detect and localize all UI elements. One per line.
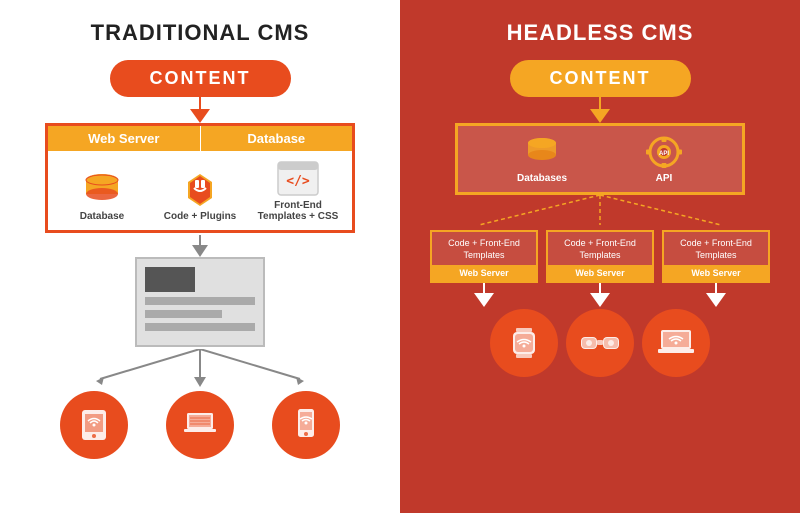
phone-device — [272, 391, 340, 459]
three-arrows — [425, 283, 775, 307]
dashed-lines-svg — [425, 195, 775, 230]
three-servers-row: Code + Front-End Templates Web Server Co… — [425, 230, 775, 283]
svg-text:</>: </> — [286, 174, 310, 189]
traditional-devices-row — [60, 391, 340, 459]
arrow-h1 — [590, 109, 610, 123]
mockup-line-3 — [145, 323, 255, 331]
watch-device — [490, 309, 558, 377]
laptop-icon — [180, 407, 220, 443]
traditional-server-box: Web Server Database Database — [45, 123, 355, 233]
api-database-label: Databases — [517, 173, 567, 184]
server-header-row: Web Server Database — [48, 126, 352, 151]
api-label: API — [656, 173, 673, 184]
api-box: Databases API API — [455, 123, 745, 195]
headless-content-pill: CONTENT — [510, 60, 691, 97]
glasses-icon — [579, 329, 621, 357]
glasses-device — [566, 309, 634, 377]
spread-arrows-svg — [60, 349, 340, 389]
server-box-3: Code + Front-End Templates Web Server — [662, 230, 770, 283]
database-label-text: Database — [80, 211, 124, 222]
watch-icon — [506, 324, 542, 362]
database-label: Database — [201, 126, 353, 151]
arrow-item-2 — [546, 283, 654, 307]
svg-text:API: API — [659, 151, 669, 157]
server-3-content: Code + Front-End Templates — [664, 232, 768, 265]
headless-cms-panel: HEADLESS CMS CONTENT Databases — [400, 0, 800, 513]
plugins-label-text: Code + Plugins — [164, 211, 237, 222]
server-2-label: Web Server — [548, 265, 652, 281]
arrow-w2 — [590, 293, 610, 307]
laptop-device — [166, 391, 234, 459]
arrow-item-1 — [430, 283, 538, 307]
database-icon — [82, 172, 122, 207]
api-database-icon-box: Databases — [517, 136, 567, 184]
code-icon: </> — [277, 161, 319, 196]
api-icon: API — [645, 136, 683, 169]
arrow-to-website — [192, 235, 208, 257]
dashed-lines — [425, 195, 775, 230]
plugins-icon — [182, 172, 218, 207]
api-gear-icon-box: API API — [645, 136, 683, 184]
code-label-text: Front-End Templates + CSS — [253, 200, 343, 222]
spread-arrows-container — [60, 349, 340, 389]
plugins-icon-box: Code + Plugins — [155, 172, 245, 222]
tablet-device — [60, 391, 128, 459]
server-box-1: Code + Front-End Templates Web Server — [430, 230, 538, 283]
server-box-2: Code + Front-End Templates Web Server — [546, 230, 654, 283]
laptop-device-right — [642, 309, 710, 377]
mockup-bar — [145, 267, 195, 292]
database-icon-box: Database — [57, 172, 147, 222]
mockup-line-2 — [145, 310, 222, 318]
traditional-content-pill: CONTENT — [110, 60, 291, 97]
server-1-label: Web Server — [432, 265, 536, 281]
mockup-line-1 — [145, 297, 255, 305]
server-3-label: Web Server — [664, 265, 768, 281]
headless-devices-row — [425, 309, 775, 377]
arrow-gray-1 — [192, 245, 208, 257]
website-mockup — [135, 257, 265, 347]
arrow-item-3 — [662, 283, 770, 307]
laptop-icon-right — [656, 325, 696, 361]
arrow-line-h1 — [599, 97, 601, 109]
headless-title: HEADLESS CMS — [507, 20, 694, 46]
traditional-title: TRADITIONAL CMS — [91, 20, 310, 46]
server-2-content: Code + Front-End Templates — [548, 232, 652, 265]
server-1-content: Code + Front-End Templates — [432, 232, 536, 265]
traditional-icons-row: Database Code + Plugins < — [48, 151, 352, 230]
api-database-icon — [523, 136, 561, 169]
arrow-line-1 — [199, 97, 201, 109]
traditional-cms-panel: TRADITIONAL CMS CONTENT Web Server Datab… — [0, 0, 400, 513]
arrow-w1 — [474, 293, 494, 307]
code-icon-box: </> Front-End Templates + CSS — [253, 161, 343, 222]
arrow-w3 — [706, 293, 726, 307]
arrow-1 — [190, 109, 210, 123]
phone-icon — [292, 407, 320, 443]
api-icons-row: Databases API API — [458, 126, 742, 192]
web-server-label: Web Server — [48, 126, 201, 151]
tablet-icon — [76, 407, 112, 443]
